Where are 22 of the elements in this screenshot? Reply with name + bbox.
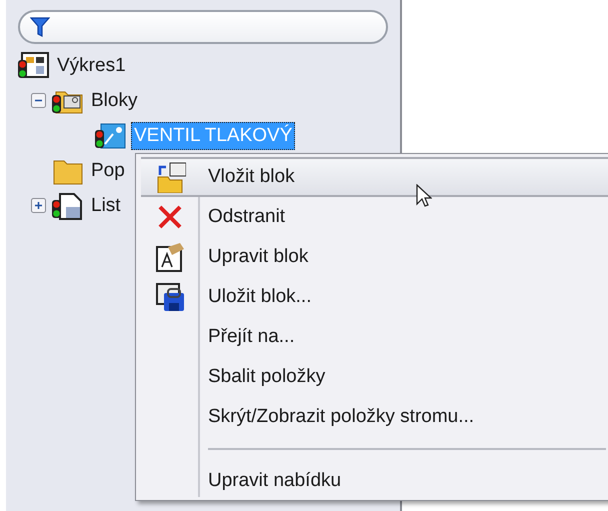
tree-item[interactable]: List (88, 192, 124, 220)
collapse-icon[interactable] (30, 93, 46, 108)
menu-item[interactable]: Upravit blok (141, 237, 608, 277)
edit-block-icon (154, 241, 186, 273)
tree-item[interactable]: Pop (88, 156, 128, 184)
save-icon (154, 281, 186, 313)
menu-item[interactable]: Vložit blok (141, 157, 608, 197)
sheet-icon (52, 190, 84, 220)
block-icon (95, 120, 127, 150)
expand-icon[interactable] (30, 198, 46, 213)
filter-icon (30, 16, 50, 38)
menu-item[interactable]: Sbalit položky (141, 357, 608, 397)
mouse-cursor-icon (416, 184, 432, 208)
drawing-icon (18, 50, 50, 80)
tree-item[interactable]: Výkres1 (54, 52, 129, 80)
tree-item[interactable]: Bloky (88, 86, 140, 114)
menu-item[interactable]: Skrýt/Zobrazit položky stromu... (141, 397, 608, 437)
menu-item[interactable]: Přejít na... (141, 317, 608, 357)
menu-item[interactable]: Upravit nabídku (141, 461, 608, 501)
filter-field[interactable] (18, 10, 388, 44)
menu-item[interactable]: Uložit blok... (141, 277, 608, 317)
menu-item[interactable]: Odstranit (141, 197, 608, 237)
